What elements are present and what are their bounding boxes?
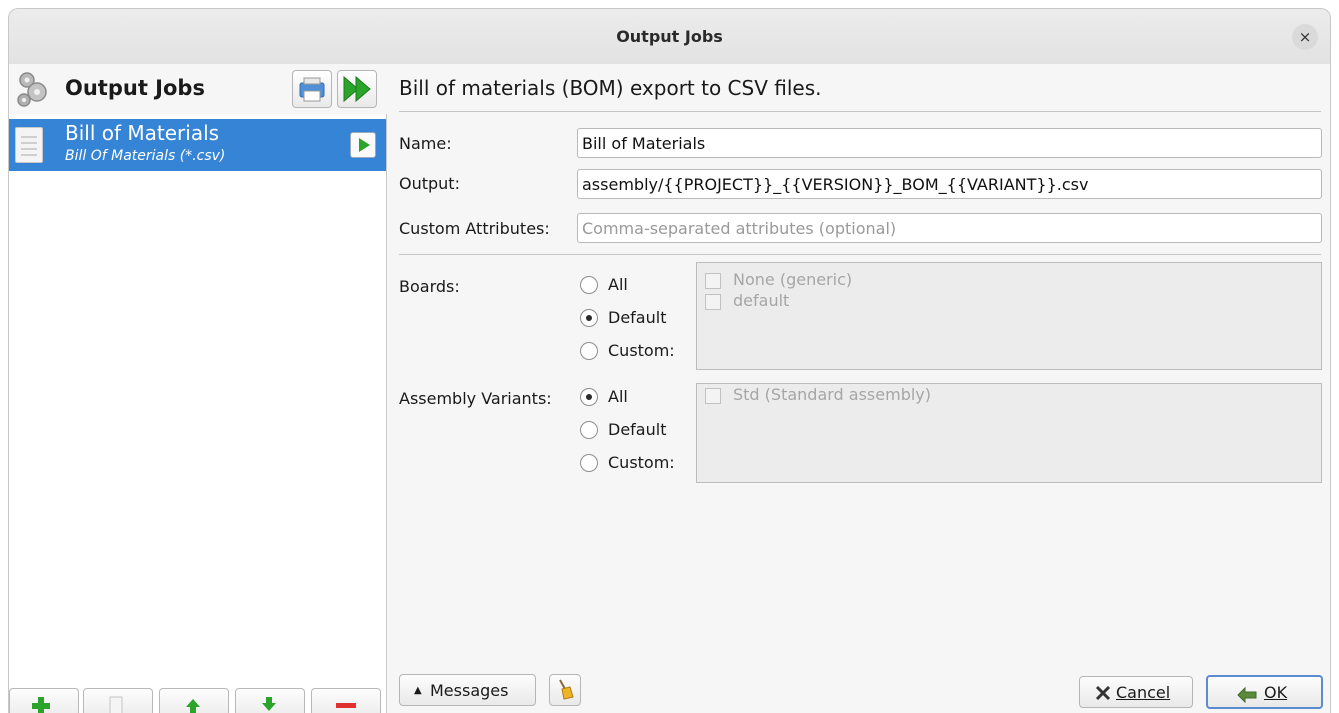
radio-indicator (580, 421, 598, 439)
remove-job-button[interactable] (311, 688, 381, 713)
checkbox-indicator (705, 388, 721, 404)
copy-icon (109, 696, 123, 713)
messages-label: Messages (430, 681, 509, 700)
divider (399, 254, 1321, 255)
window-titlebar: Output Jobs × (8, 8, 1331, 64)
plus-icon (32, 697, 50, 713)
checkbox-indicator (705, 273, 721, 289)
checkmark-arrow-icon (1237, 686, 1257, 703)
close-icon[interactable]: × (1292, 24, 1318, 50)
radio-label: All (608, 387, 628, 406)
radio-label: Custom: (608, 341, 675, 360)
job-settings-panel: Bill of materials (BOM) export to CSV fi… (387, 64, 1332, 713)
name-label: Name: (399, 134, 452, 153)
ok-button[interactable]: OK (1206, 675, 1323, 709)
boards-label: Boards: (399, 277, 460, 296)
radio-label: Custom: (608, 453, 675, 472)
move-down-button[interactable] (235, 688, 305, 713)
dialog-body: Output Jobs Bill of Materials Bill Of Ma… (8, 64, 1331, 713)
broom-icon (559, 679, 574, 700)
minus-icon (336, 703, 356, 708)
checkbox-label: None (generic) (733, 270, 853, 289)
run-all-jobs-button[interactable] (337, 70, 377, 108)
boards-list: None (generic) default (696, 262, 1322, 370)
run-job-button[interactable] (350, 132, 376, 158)
assembly-variants-label: Assembly Variants: (399, 389, 552, 408)
fast-forward-icon (343, 75, 371, 103)
custom-attributes-field[interactable]: Comma-separated attributes (optional) (577, 213, 1322, 243)
job-list-item[interactable]: Bill of Materials Bill Of Materials (*.c… (9, 119, 386, 171)
duplicate-job-button[interactable] (83, 688, 153, 713)
output-field[interactable]: assembly/{{PROJECT}}_{{VERSION}}_BOM_{{V… (577, 169, 1322, 199)
cancel-label: Cancel (1116, 683, 1171, 702)
arrow-down-icon (262, 697, 276, 711)
cancel-button[interactable]: Cancel (1079, 676, 1193, 708)
spreadsheet-document-icon (15, 127, 43, 163)
save-jobs-button[interactable] (292, 70, 332, 108)
radio-indicator (580, 276, 598, 294)
cancel-x-icon (1095, 685, 1111, 701)
messages-toggle-button[interactable]: ▲ Messages (399, 674, 536, 706)
caret-up-icon: ▲ (414, 685, 422, 696)
radio-label: All (608, 275, 628, 294)
radio-label: Default (608, 308, 667, 327)
checkbox-label: default (733, 291, 790, 310)
radio-indicator (580, 454, 598, 472)
job-list-toolbar (9, 686, 387, 713)
checkbox-indicator (705, 294, 721, 310)
add-job-button[interactable] (9, 688, 79, 713)
move-up-button[interactable] (159, 688, 229, 713)
radio-indicator (580, 309, 598, 327)
checkbox-label: Std (Standard assembly) (733, 385, 932, 404)
ok-label: OK (1264, 683, 1288, 702)
job-name: Bill of Materials (65, 121, 220, 145)
output-jobs-panel: Output Jobs Bill of Materials Bill Of Ma… (9, 64, 387, 713)
custom-attributes-label: Custom Attributes: (399, 219, 550, 238)
window-title: Output Jobs (616, 27, 723, 46)
play-icon (359, 138, 370, 152)
printer-icon (299, 77, 325, 102)
clear-messages-button[interactable] (549, 674, 581, 706)
output-jobs-header: Output Jobs (9, 64, 387, 114)
radio-label: Default (608, 420, 667, 439)
output-label: Output: (399, 174, 460, 193)
name-field[interactable]: Bill of Materials (577, 128, 1322, 158)
job-description: Bill of materials (BOM) export to CSV fi… (399, 76, 822, 100)
output-jobs-title: Output Jobs (65, 76, 205, 100)
arrow-up-icon (186, 699, 200, 713)
job-type: Bill Of Materials (*.csv) (65, 148, 226, 164)
radio-indicator (580, 342, 598, 360)
divider (399, 111, 1321, 112)
variants-list: Std (Standard assembly) (696, 383, 1322, 483)
radio-indicator (580, 388, 598, 406)
gears-icon (17, 72, 47, 107)
